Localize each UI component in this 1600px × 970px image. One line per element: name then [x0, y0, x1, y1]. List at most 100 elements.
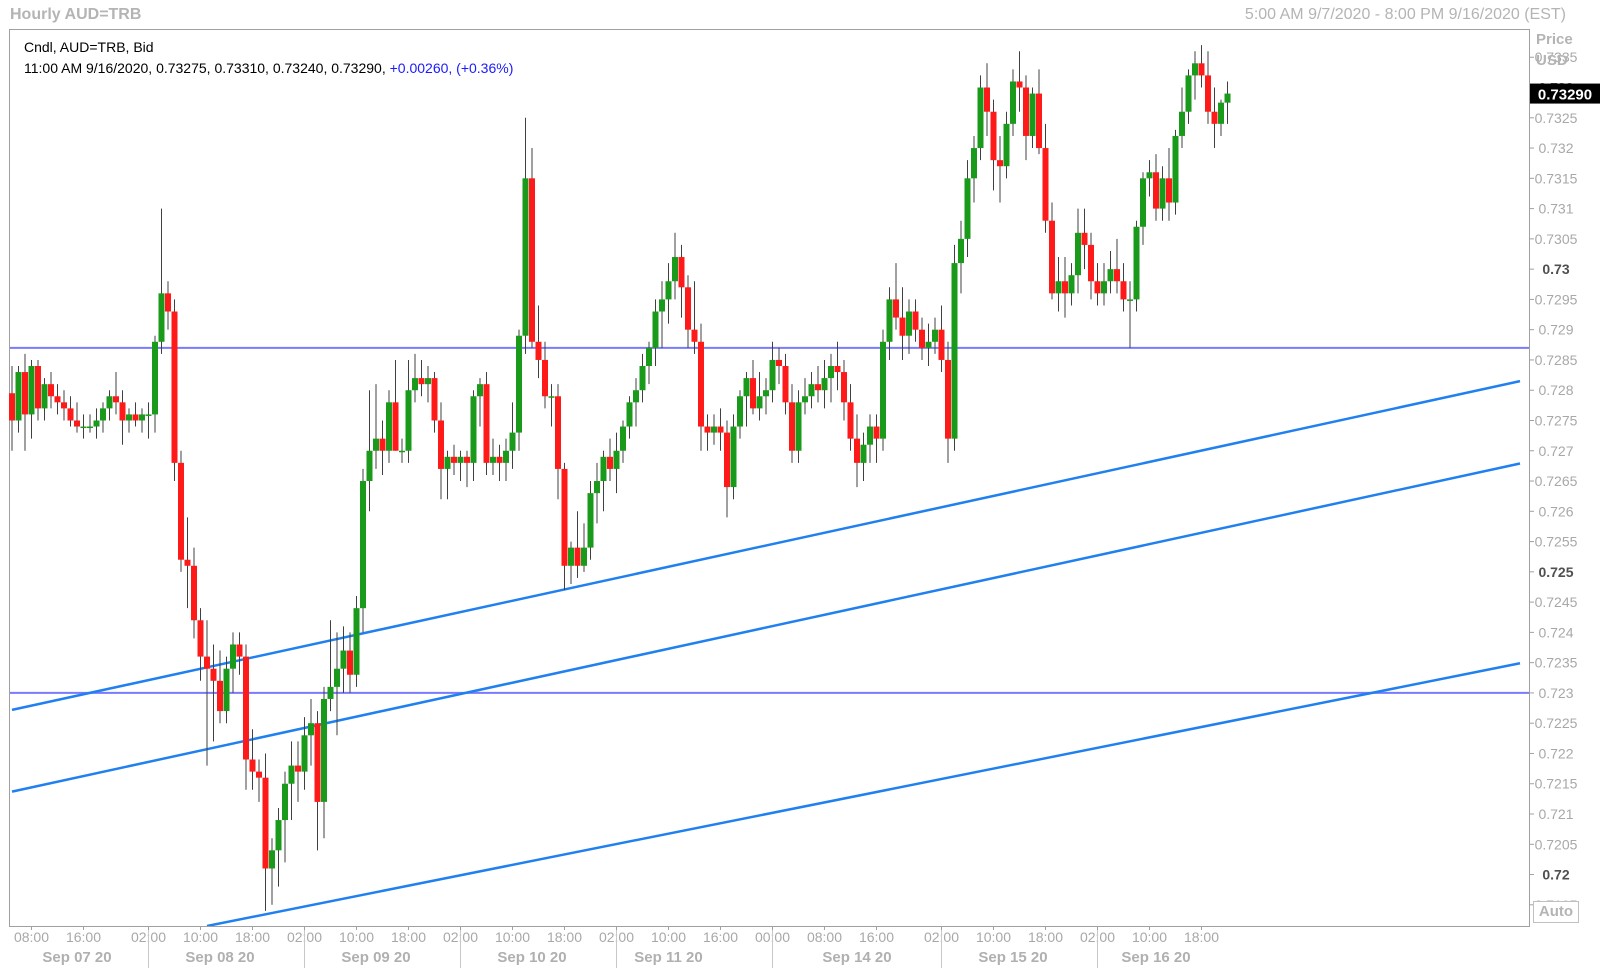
- candle-body: [659, 299, 665, 312]
- candle-body: [698, 341, 704, 427]
- candle-body: [1179, 111, 1185, 136]
- candle-body: [776, 359, 782, 366]
- trend-line: [206, 662, 1521, 926]
- candle-body: [1016, 81, 1023, 88]
- candle-body: [496, 456, 503, 463]
- candle-body: [1224, 93, 1231, 103]
- candlestick-chart[interactable]: 0.73350.7330.73250.7320.73150.7310.73050…: [0, 0, 1600, 970]
- candle-body: [132, 414, 139, 421]
- candle-body: [1075, 232, 1081, 276]
- auto-scale-button[interactable]: Auto: [1533, 901, 1579, 923]
- candle-body: [210, 668, 217, 681]
- time-tick-label: 16:00: [703, 929, 738, 945]
- time-tick-label: 10:00: [495, 929, 530, 945]
- candle-body: [997, 160, 1003, 167]
- candle-body: [1114, 269, 1120, 282]
- candle-body: [321, 698, 327, 802]
- candle-body: [938, 329, 945, 360]
- candle-body: [1172, 135, 1179, 203]
- candle-body: [626, 402, 633, 427]
- candle-body: [1003, 123, 1010, 167]
- time-tick-label: 16:00: [859, 929, 894, 945]
- time-tick-label: 10:00: [1132, 929, 1167, 945]
- candle-body: [945, 359, 951, 439]
- candle-body: [581, 547, 587, 566]
- candle-body: [217, 680, 223, 712]
- candle-body: [119, 402, 126, 421]
- candle-body: [1023, 87, 1029, 136]
- price-tick-label: 0.727: [1538, 443, 1573, 459]
- price-tick-label: 0.7275: [1535, 412, 1578, 428]
- candle-body: [425, 378, 431, 385]
- candle-body: [236, 644, 243, 657]
- price-tick-label: 0.729: [1538, 322, 1573, 338]
- candle-body: [815, 384, 821, 391]
- candle-body: [9, 393, 15, 421]
- candle-body: [1088, 244, 1094, 282]
- candle-body: [145, 414, 152, 416]
- candle-body: [379, 438, 386, 451]
- candle-body: [126, 414, 132, 421]
- candle-body: [269, 850, 275, 869]
- candle-body: [990, 111, 997, 161]
- candle-body: [178, 462, 184, 560]
- candle-body: [860, 444, 867, 463]
- candle-body: [1166, 178, 1172, 203]
- candle-body: [730, 426, 737, 488]
- candle-body: [724, 432, 730, 488]
- candle-body: [93, 420, 100, 427]
- price-tick-label: 0.722: [1538, 745, 1573, 761]
- price-tick-label: 0.7325: [1535, 110, 1578, 126]
- candle-body: [1159, 178, 1166, 209]
- candle-body: [275, 820, 282, 851]
- date-label: Sep 07 20: [42, 949, 111, 966]
- candle-body: [1055, 281, 1062, 294]
- ohlc-line: 11:00 AM 9/16/2020, 0.73275, 0.73310, 0.…: [24, 58, 513, 79]
- price-change: +0.00260, (+0.36%): [389, 60, 514, 76]
- candle-body: [347, 650, 353, 675]
- time-tick-label: 18:00: [235, 929, 270, 945]
- candle-body: [652, 311, 659, 348]
- candle-body: [451, 456, 457, 463]
- candle-body: [704, 426, 711, 433]
- candle-body: [464, 456, 470, 463]
- candle-body: [61, 402, 67, 409]
- candle-body: [470, 396, 477, 463]
- price-tick-label: 0.726: [1538, 503, 1573, 519]
- candle-body: [646, 347, 652, 366]
- candle-body: [769, 359, 776, 391]
- date-label: Sep 10 20: [497, 949, 566, 966]
- candle-body: [301, 735, 308, 772]
- candle-body: [67, 408, 74, 421]
- candle-body: [1036, 93, 1042, 149]
- candle-body: [184, 559, 191, 566]
- candle-body: [334, 668, 340, 687]
- candle-body: [438, 420, 444, 469]
- price-tick-label: 0.7215: [1535, 776, 1578, 792]
- ohlc-info: Cndl, AUD=TRB, Bid 11:00 AM 9/16/2020, 0…: [24, 37, 513, 79]
- price-tick-label: 0.724: [1538, 624, 1573, 640]
- candle-body: [1127, 299, 1133, 301]
- price-tick-label: 0.731: [1538, 201, 1573, 217]
- candle-body: [22, 372, 28, 415]
- candle-body: [15, 372, 22, 421]
- time-tick-label: 18:00: [1028, 929, 1063, 945]
- candle-body: [984, 87, 990, 112]
- candle-body: [529, 178, 535, 342]
- candle-body: [106, 396, 113, 409]
- date-label: Sep 08 20: [185, 949, 254, 966]
- time-tick-label: 08:00: [807, 929, 842, 945]
- candle-body: [191, 565, 197, 621]
- candle-body: [678, 257, 685, 288]
- candle-body: [574, 547, 581, 566]
- candle-body: [48, 384, 54, 397]
- candle-body: [1198, 63, 1205, 76]
- candle-body: [1192, 63, 1198, 76]
- candle-body: [80, 426, 87, 429]
- ohlc-values: 11:00 AM 9/16/2020, 0.73275, 0.73310, 0.…: [24, 60, 390, 76]
- candle-body: [594, 481, 600, 494]
- candle-body: [158, 293, 165, 342]
- time-tick-label: 18:00: [1184, 929, 1219, 945]
- candle-body: [880, 341, 886, 439]
- date-label: Sep 14 20: [822, 949, 891, 966]
